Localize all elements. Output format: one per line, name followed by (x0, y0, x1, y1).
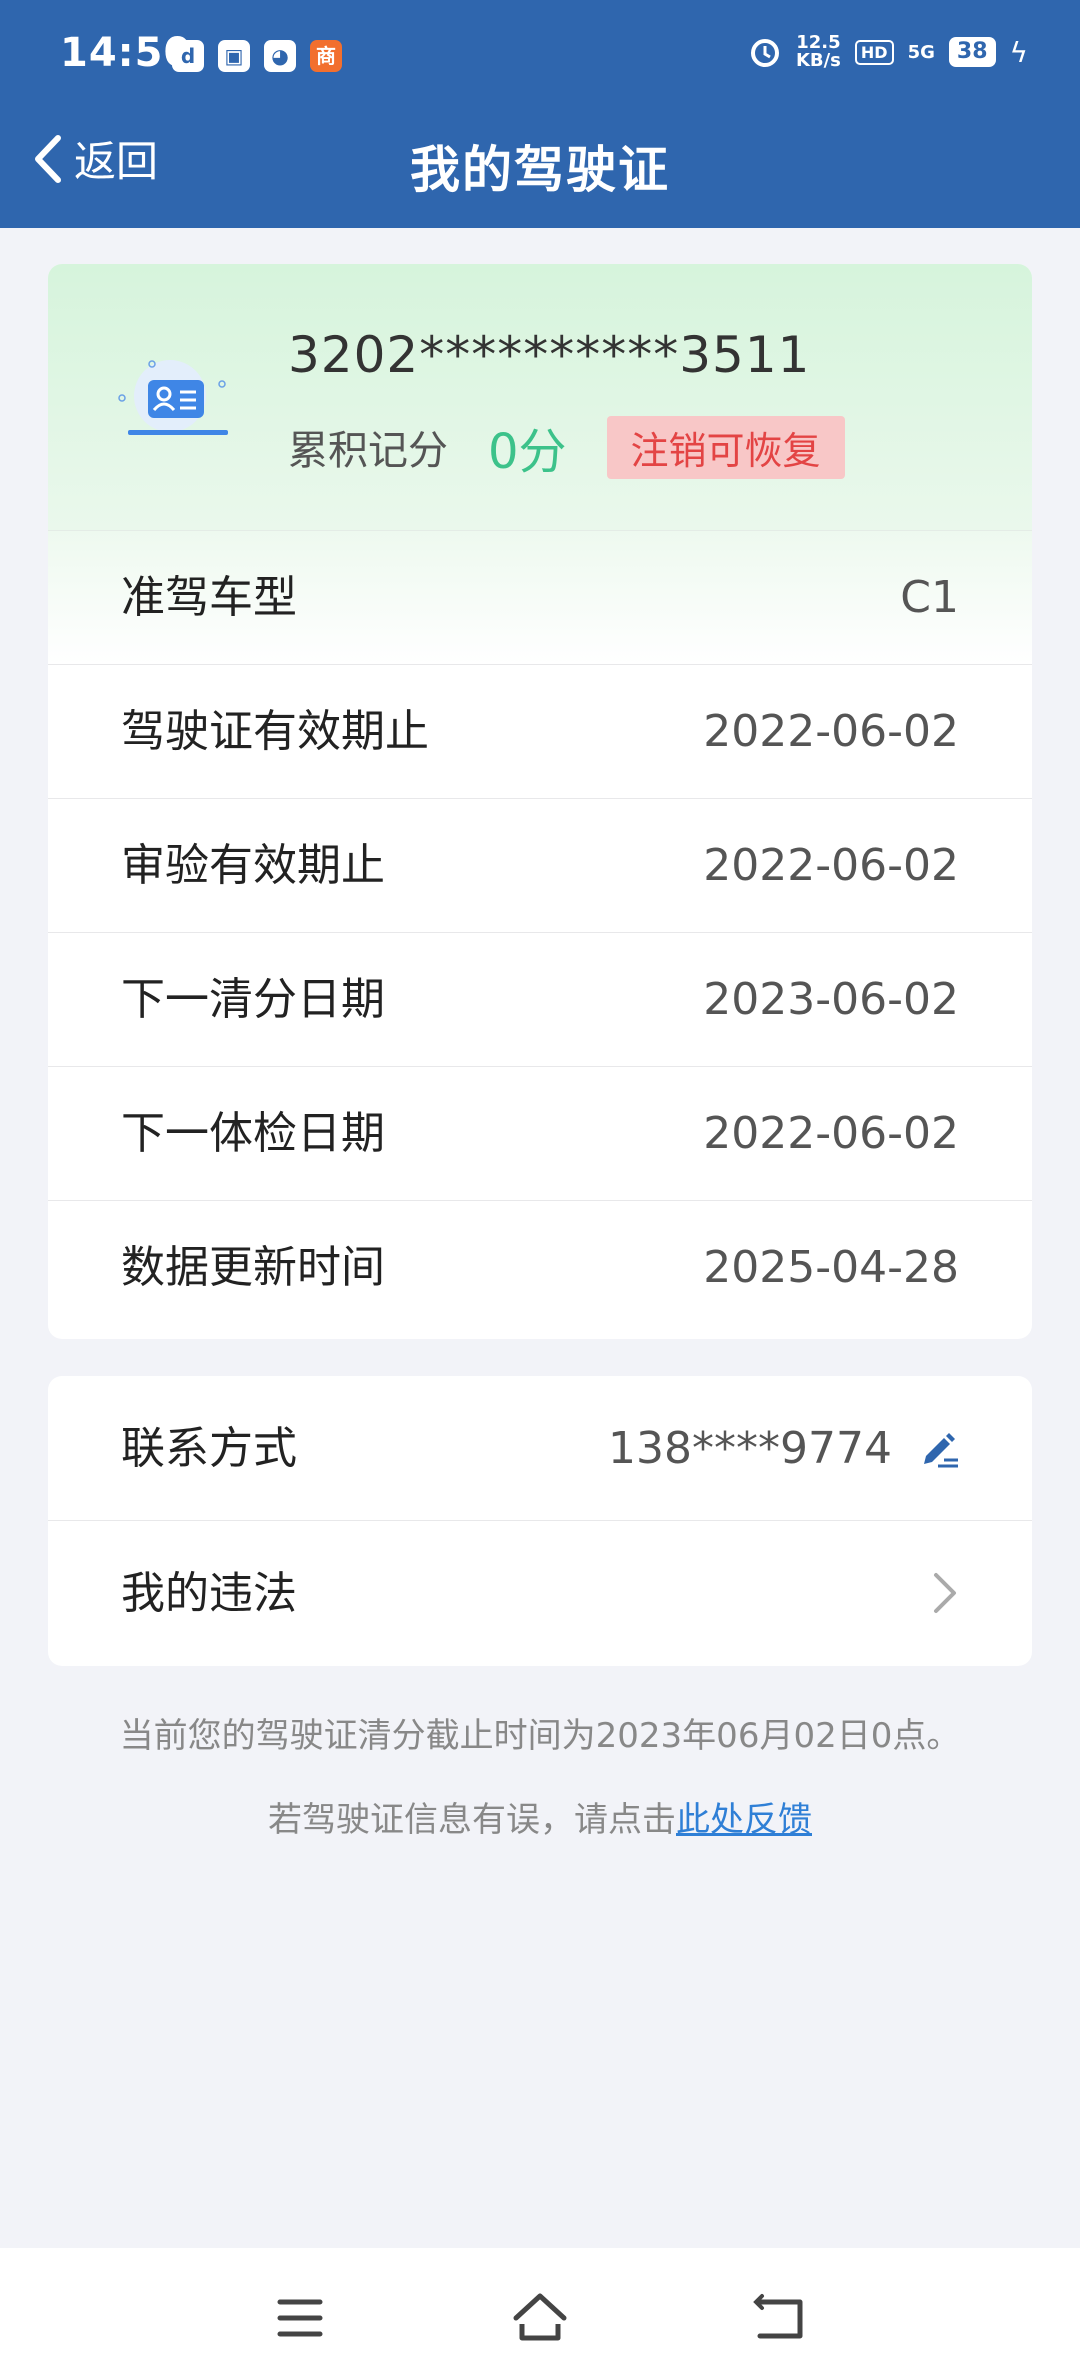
app-notification-icon: ▣ (218, 40, 250, 72)
qq-icon: ◕ (264, 40, 296, 72)
status-indicators: 12.5 KB/s HD 5G 38 ϟ (748, 34, 1028, 70)
feedback-notice: 若驾驶证信息有误，请点击此处反馈 (0, 1792, 1080, 1841)
page-title: 我的驾驶证 (410, 141, 670, 199)
detail-row-license-expiry: 驾驶证有效期止 2022-06-02 (48, 665, 1032, 799)
contact-card: 联系方式 138****9774 我的违法 (48, 1376, 1032, 1666)
license-card-icon (118, 360, 228, 435)
detail-row-data-updated: 数据更新时间 2025-04-28 (48, 1201, 1032, 1335)
detail-label: 准驾车型 (121, 572, 297, 623)
detail-row-inspection-expiry: 审验有效期止 2022-06-02 (48, 799, 1032, 933)
charging-icon: ϟ (1009, 35, 1028, 69)
chevron-right-icon (934, 1573, 956, 1613)
back-icon[interactable] (750, 2288, 810, 2348)
network-speed: 12.5 KB/s (795, 32, 841, 71)
alarm-icon (750, 39, 779, 67)
hd-icon: HD (854, 39, 894, 65)
detail-value: C1 (900, 572, 959, 623)
feedback-prefix: 若驾驶证信息有误，请点击 (268, 1800, 676, 1840)
battery-icon: 38 (948, 37, 996, 67)
points-row: 累积记分 0分 注销可恢复 (288, 412, 845, 482)
edit-icon[interactable] (918, 1426, 962, 1470)
license-number: 3202**********3511 (288, 326, 811, 384)
contact-label: 联系方式 (121, 1423, 297, 1474)
status-bar: 14:50 d ▣ ◕ 商 12.5 KB/s HD 5G 38 ϟ (0, 0, 1080, 110)
detail-label: 数据更新时间 (121, 1242, 385, 1293)
menu-icon[interactable] (270, 2288, 330, 2348)
points-value: 0分 (488, 424, 567, 480)
detail-label: 下一体检日期 (121, 1108, 385, 1159)
system-nav-bar (0, 2248, 1080, 2376)
contact-row: 联系方式 138****9774 (48, 1376, 1032, 1521)
feedback-link[interactable]: 此处反馈 (676, 1800, 812, 1840)
detail-value: 2022-06-02 (703, 840, 959, 891)
license-summary: 3202**********3511 累积记分 0分 注销可恢复 (48, 264, 1032, 531)
detail-label: 审验有效期止 (121, 840, 385, 891)
detail-row-vehicle-class: 准驾车型 C1 (48, 531, 1032, 665)
detail-value: 2022-06-02 (703, 706, 959, 757)
status-badge: 注销可恢复 (606, 415, 845, 479)
detail-row-next-clear-date: 下一清分日期 2023-06-02 (48, 933, 1032, 1067)
home-icon[interactable] (510, 2288, 570, 2348)
detail-row-next-checkup-date: 下一体检日期 2022-06-02 (48, 1067, 1032, 1201)
shop-icon: 商 (310, 40, 342, 72)
signal-icon: 5G (907, 41, 935, 63)
tiktok-icon: d (172, 40, 204, 72)
points-label: 累积记分 (288, 428, 448, 474)
detail-label: 驾驶证有效期止 (121, 706, 429, 757)
detail-value: 2022-06-02 (703, 1108, 959, 1159)
notification-icons: d ▣ ◕ 商 (172, 40, 342, 72)
violations-label: 我的违法 (121, 1568, 297, 1619)
detail-label: 下一清分日期 (121, 974, 385, 1025)
detail-value: 2023-06-02 (703, 974, 959, 1025)
license-card: 3202**********3511 累积记分 0分 注销可恢复 准驾车型 C1… (48, 264, 1032, 1339)
my-violations-row[interactable]: 我的违法 (48, 1521, 1032, 1666)
detail-value: 2025-04-28 (703, 1242, 959, 1293)
clear-deadline-notice: 当前您的驾驶证清分截止时间为2023年06月02日0点。 (119, 1716, 961, 1756)
app-header: 14:50 d ▣ ◕ 商 12.5 KB/s HD 5G 38 ϟ 返回 我的… (0, 0, 1080, 228)
contact-value: 138****9774 (608, 1423, 892, 1474)
